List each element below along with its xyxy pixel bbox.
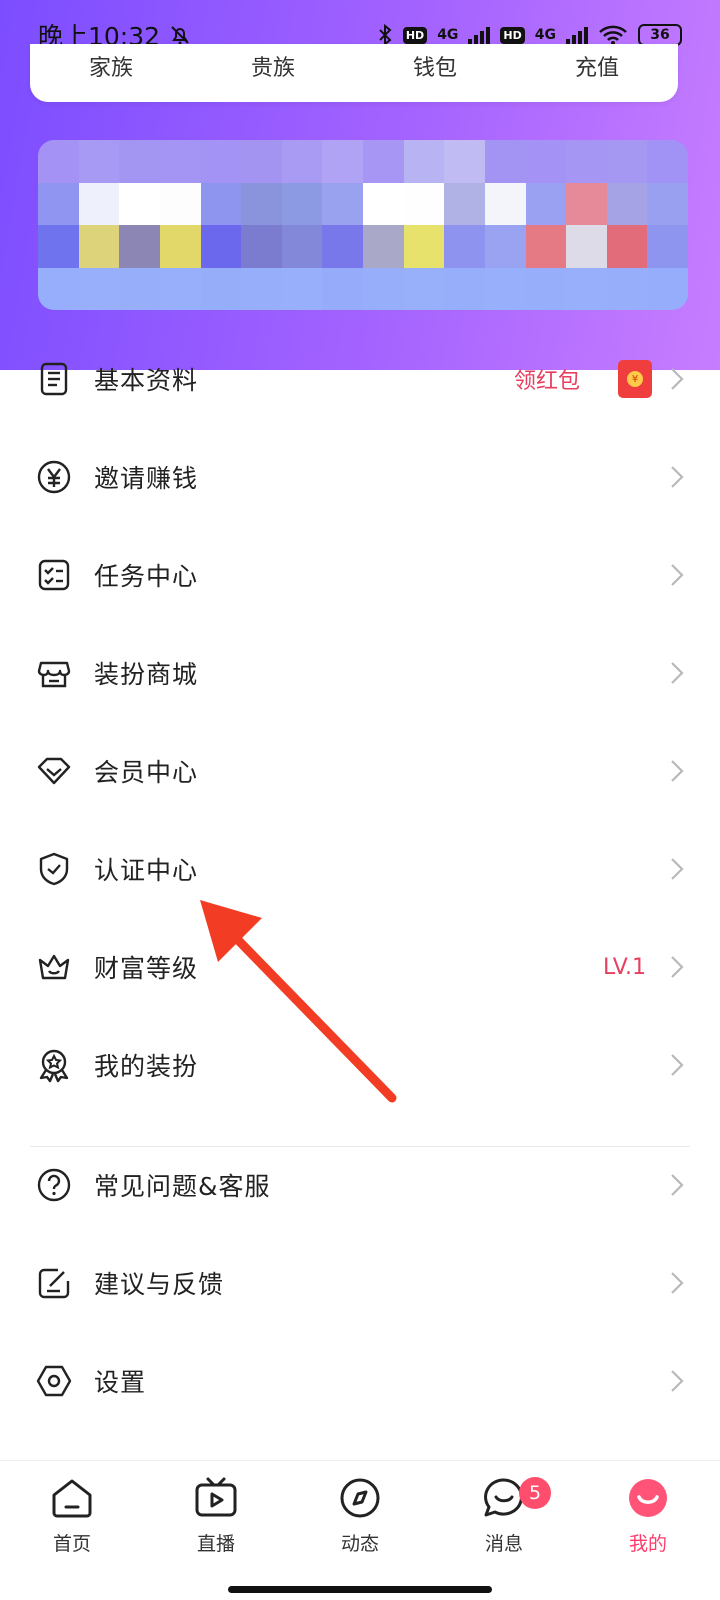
chevron-right-icon — [671, 368, 684, 390]
menu-item-label: 邀请赚钱 — [94, 464, 199, 493]
wealth-level-value: LV.1 — [602, 954, 646, 980]
red-packet-text[interactable]: 领红包 — [514, 363, 580, 395]
menu-item-label: 财富等级 — [94, 954, 199, 983]
chevron-right-icon — [671, 1054, 684, 1076]
home-icon — [52, 1479, 92, 1518]
hexagon-settings-icon — [36, 1365, 72, 1397]
menu-item-label: 认证中心 — [94, 856, 199, 885]
nav-label: 直播 — [196, 1533, 235, 1555]
shortcut-card: 家族 贵族 钱包 充值 — [30, 44, 678, 102]
chevron-right-icon — [671, 1370, 684, 1392]
question-icon — [37, 1168, 71, 1202]
signal-strength-icon-2 — [566, 25, 588, 45]
menu-item-settings[interactable]: 设置 — [0, 1332, 720, 1430]
wifi-icon — [599, 25, 627, 45]
menu-item-vip-center[interactable]: 会员中心 — [0, 722, 720, 820]
menu-divider — [30, 1146, 690, 1147]
menu-item-verification-center[interactable]: 认证中心 — [0, 820, 720, 918]
nav-moments[interactable]: 动态 — [315, 1475, 405, 1575]
pixelated-banner-image[interactable] — [38, 140, 688, 310]
menu-item-label: 建议与反馈 — [94, 1270, 225, 1299]
shield-check-icon — [39, 852, 69, 886]
menu-item-label: 我的装扮 — [94, 1052, 199, 1081]
nav-messages[interactable]: 5 消息 — [459, 1475, 551, 1575]
nav-label: 我的 — [628, 1533, 667, 1555]
nav-mine[interactable]: 我的 — [603, 1475, 693, 1575]
chevron-right-icon — [671, 1272, 684, 1294]
chevron-right-icon — [671, 1174, 684, 1196]
yuan-circle-icon — [37, 460, 71, 494]
nav-label: 首页 — [52, 1533, 91, 1555]
network-type-1: 4G — [437, 27, 459, 43]
nav-label: 消息 — [484, 1533, 523, 1555]
hd-badge-1: HD — [402, 26, 428, 44]
menu-item-dressup-store[interactable]: 装扮商城 — [0, 624, 720, 722]
home-indicator-bar[interactable] — [228, 1586, 492, 1593]
crown-icon — [38, 954, 70, 980]
menu-item-suggestion-feedback[interactable]: 建议与反馈 — [0, 1234, 720, 1332]
menu-item-wealth-level[interactable]: 财富等级 LV.1 — [0, 918, 720, 1016]
chevron-right-icon — [671, 858, 684, 880]
network-type-2: 4G — [534, 27, 556, 43]
battery-indicator: 36 — [638, 24, 682, 46]
diamond-icon — [37, 757, 71, 785]
medal-icon — [39, 1049, 69, 1083]
menu-item-label: 会员中心 — [94, 758, 199, 787]
menu-item-label: 基本资料 — [94, 366, 199, 395]
hd-badge-2: HD — [500, 26, 525, 44]
edit-icon — [38, 1268, 70, 1299]
battery-level: 36 — [650, 27, 670, 43]
compass-icon — [340, 1478, 380, 1518]
chevron-right-icon — [671, 956, 684, 978]
nav-home[interactable]: 首页 — [27, 1475, 117, 1575]
nav-label: 动态 — [340, 1533, 379, 1555]
store-icon — [37, 661, 71, 688]
bottom-navigation: 首页 直播 动态 5 消息 我的 — [0, 1460, 720, 1600]
menu-item-basic-info[interactable]: 基本资料 领红包 ¥ — [0, 330, 720, 428]
chevron-right-icon — [671, 564, 684, 586]
shortcut-wallet[interactable]: 钱包 — [375, 50, 495, 82]
shortcut-recharge[interactable]: 充值 — [537, 50, 657, 82]
shortcut-family[interactable]: 家族 — [51, 50, 171, 82]
chevron-right-icon — [671, 466, 684, 488]
task-list-icon — [38, 559, 70, 591]
menu-item-invite-earn[interactable]: 邀请赚钱 — [0, 428, 720, 526]
signal-strength-icon-1 — [468, 25, 491, 45]
menu-item-label: 常见问题&客服 — [94, 1172, 271, 1201]
menu-item-label: 装扮商城 — [94, 660, 199, 689]
red-packet-icon[interactable]: ¥ — [618, 360, 652, 398]
menu-item-my-dressup[interactable]: 我的装扮 — [0, 1016, 720, 1114]
menu-item-label: 任务中心 — [94, 562, 199, 591]
unread-message-badge: 5 — [519, 1477, 551, 1509]
document-icon — [40, 362, 68, 396]
menu-item-faq-support[interactable]: 常见问题&客服 — [0, 1136, 720, 1234]
chevron-right-icon — [671, 760, 684, 782]
tv-play-icon — [195, 1477, 237, 1517]
menu-item-task-center[interactable]: 任务中心 — [0, 526, 720, 624]
nav-live[interactable]: 直播 — [171, 1475, 261, 1575]
menu-item-label: 设置 — [94, 1368, 147, 1397]
chevron-right-icon — [671, 662, 684, 684]
profile-icon — [629, 1479, 667, 1517]
shortcut-noble[interactable]: 贵族 — [213, 50, 333, 82]
